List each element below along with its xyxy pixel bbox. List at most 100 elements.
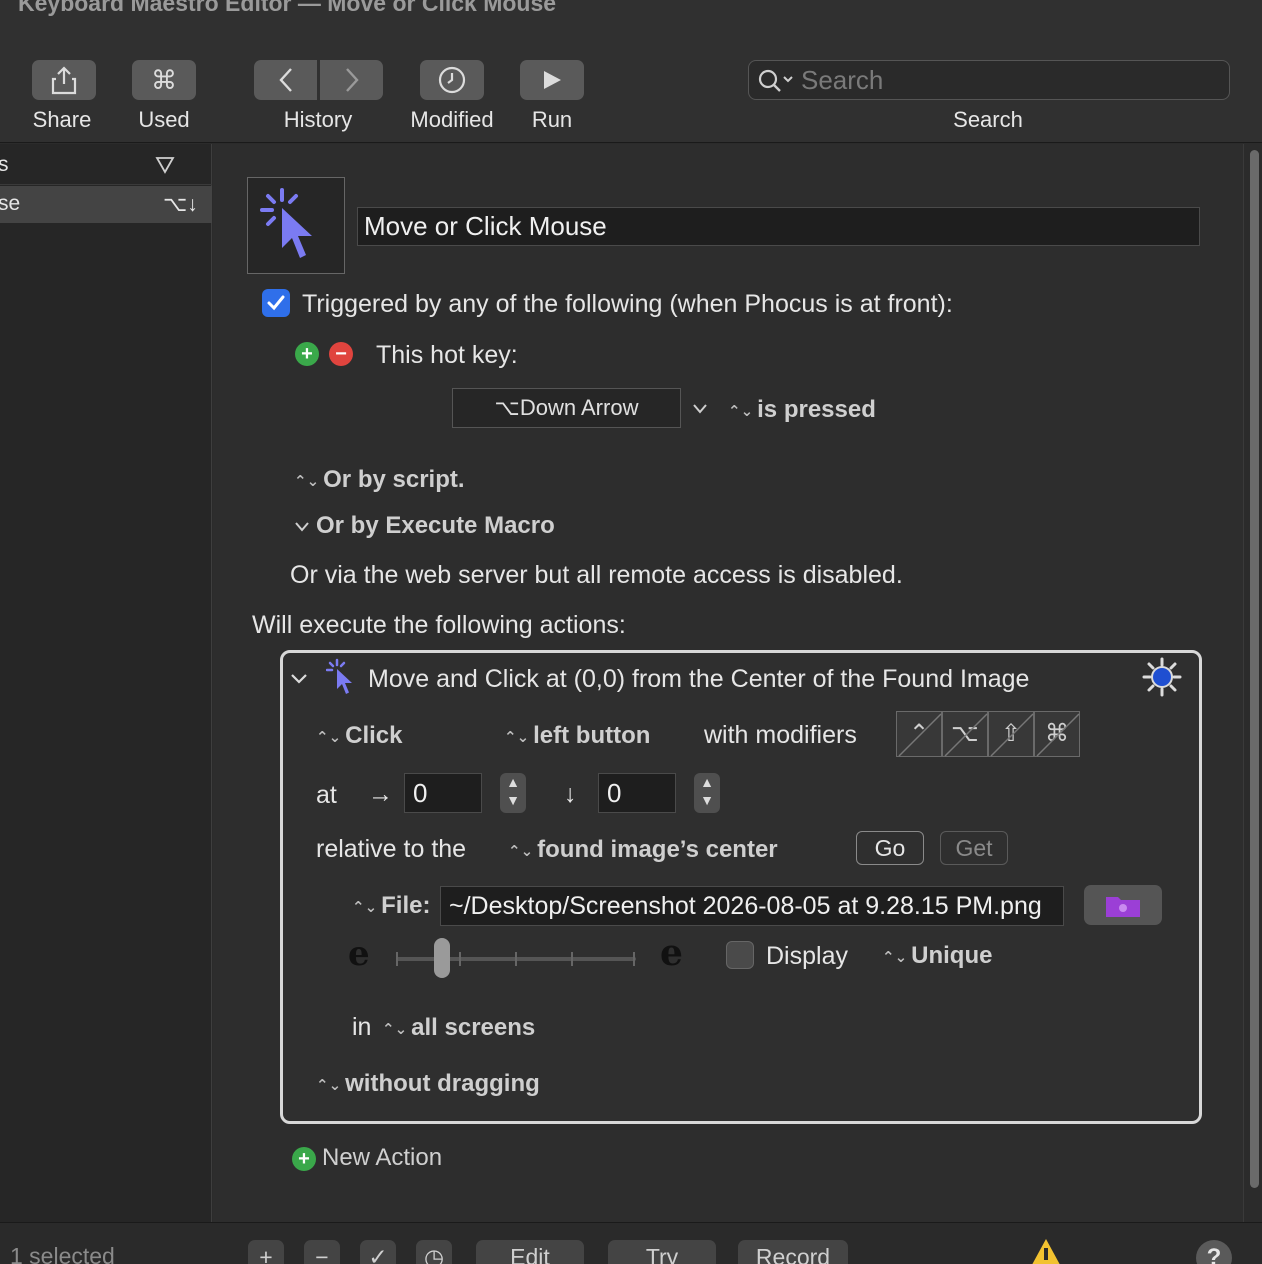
- record-button[interactable]: Record: [738, 1240, 848, 1264]
- new-action-button[interactable]: + New Action: [292, 1144, 442, 1172]
- x-offset-field[interactable]: [404, 773, 482, 813]
- modifier-control[interactable]: ⌃: [896, 711, 942, 757]
- updown-icon: ⌃⌄: [882, 948, 908, 966]
- editor-scrollbar[interactable]: [1243, 144, 1262, 1222]
- history-forward-button[interactable]: [320, 60, 383, 100]
- dragging-popup[interactable]: ⌃⌄ without dragging: [316, 1070, 540, 1098]
- updown-icon: ⌃⌄: [316, 1076, 342, 1094]
- filter-icon[interactable]: [155, 156, 175, 174]
- web-server-text: Or via the web server but all remote acc…: [290, 561, 903, 589]
- image-source-popup[interactable]: ⌃⌄ File:: [352, 892, 430, 920]
- clock-icon: ◷: [423, 1244, 445, 1264]
- checkmark-icon: ✓: [368, 1244, 388, 1264]
- y-offset-field[interactable]: [598, 773, 676, 813]
- window-title: Keyboard Maestro Editor — Move or Click …: [18, 0, 557, 16]
- macro-name-field[interactable]: [357, 207, 1200, 246]
- macro-list-item-name: se: [0, 192, 21, 215]
- disclosure-chevron-icon[interactable]: [290, 672, 308, 686]
- macro-list-header-text: s: [0, 153, 9, 176]
- file-path-field[interactable]: [440, 886, 1064, 926]
- share-button[interactable]: [32, 60, 96, 100]
- share-icon: [51, 66, 77, 95]
- macro-list-item-hotkey: ⌥↓: [163, 193, 198, 216]
- macro-icon-well[interactable]: [247, 177, 345, 274]
- x-offset-stepper[interactable]: ▲ ▼: [500, 773, 526, 813]
- slider-tick: [396, 952, 398, 966]
- plus-icon: +: [292, 1146, 316, 1171]
- share-label: Share: [32, 107, 92, 132]
- choose-file-button[interactable]: [1084, 885, 1162, 925]
- modifier-command[interactable]: ⌘: [1034, 711, 1080, 757]
- chevron-left-icon: [278, 68, 292, 92]
- modified-button[interactable]: [420, 60, 484, 100]
- go-button[interactable]: Go: [856, 831, 924, 865]
- search-input[interactable]: [801, 65, 1221, 95]
- slider-tick: [459, 952, 461, 966]
- or-by-execute-macro-toggle[interactable]: Or by Execute Macro: [294, 512, 555, 540]
- updown-icon: ⌃⌄: [294, 472, 320, 490]
- display-checkbox[interactable]: [726, 941, 754, 969]
- history-back-button[interactable]: [254, 60, 317, 100]
- hotkey-condition-popup[interactable]: ⌃⌄ is pressed: [728, 396, 876, 424]
- strike-icon: [990, 713, 1034, 757]
- macro-list-header[interactable]: s: [0, 144, 212, 185]
- try-button[interactable]: Try: [608, 1240, 716, 1264]
- command-icon: ⌘: [151, 64, 177, 95]
- remove-macro-button[interactable]: −: [304, 1240, 340, 1264]
- y-offset-stepper[interactable]: ▲ ▼: [694, 773, 720, 813]
- run-button[interactable]: [520, 60, 584, 100]
- arrow-down-icon: ↓: [564, 780, 577, 808]
- warning-icon[interactable]: [1026, 1238, 1066, 1264]
- slider-tick: [571, 952, 573, 966]
- click-type: Click: [345, 722, 403, 749]
- updown-icon: ⌃⌄: [352, 898, 378, 916]
- get-button[interactable]: Get: [940, 831, 1008, 865]
- modifier-option[interactable]: ⌥: [942, 711, 988, 757]
- updown-icon: ⌃⌄: [316, 728, 342, 746]
- search-box[interactable]: [748, 60, 1230, 100]
- with-modifiers-label: with modifiers: [704, 721, 857, 749]
- trigger-enabled-checkbox[interactable]: [262, 289, 290, 317]
- unique-label: Unique: [911, 942, 993, 969]
- fuzz-low-icon: e: [348, 934, 370, 974]
- updown-icon: ⌃⌄: [728, 402, 754, 420]
- chevron-down-icon[interactable]: [692, 403, 708, 415]
- checkmark-icon: [267, 295, 285, 311]
- help-icon: ?: [1206, 1244, 1222, 1264]
- mouse-button-popup[interactable]: ⌃⌄ left button: [504, 722, 650, 750]
- edit-button[interactable]: Edit: [476, 1240, 584, 1264]
- folder-icon: [1106, 897, 1140, 917]
- add-macro-button[interactable]: +: [248, 1240, 284, 1264]
- macro-list-item-selected[interactable]: se ⌥↓: [0, 186, 212, 223]
- actions-header: Will execute the following actions:: [252, 611, 626, 639]
- relative-target-popup[interactable]: ⌃⌄ found image’s center: [508, 836, 778, 864]
- dragging-value: without dragging: [345, 1070, 540, 1097]
- fuzz-slider[interactable]: [396, 938, 636, 978]
- slider-thumb[interactable]: [434, 938, 450, 978]
- history-clock-button[interactable]: ◷: [416, 1240, 452, 1264]
- hotkey-field[interactable]: ⌥Down Arrow: [452, 388, 681, 428]
- remove-trigger-button[interactable]: −: [329, 342, 353, 366]
- or-by-execute-macro-label: Or by Execute Macro: [316, 512, 555, 539]
- gear-icon[interactable]: [1142, 657, 1182, 697]
- or-by-script-label: Or by script.: [323, 466, 465, 493]
- strike-icon: [1036, 713, 1080, 757]
- hotkey-trigger-label: This hot key:: [376, 341, 518, 369]
- unique-popup[interactable]: ⌃⌄ Unique: [882, 942, 992, 970]
- or-by-script-toggle[interactable]: ⌃⌄ Or by script.: [294, 466, 465, 494]
- fuzz-high-icon: e: [660, 932, 683, 974]
- add-trigger-button[interactable]: +: [295, 342, 319, 366]
- enable-macro-button[interactable]: ✓: [360, 1240, 396, 1264]
- chevron-right-icon: [345, 68, 359, 92]
- updown-icon: ⌃⌄: [382, 1020, 408, 1038]
- scroll-thumb[interactable]: [1250, 150, 1259, 1188]
- image-source-label: File:: [381, 892, 431, 919]
- screens-popup[interactable]: ⌃⌄ all screens: [382, 1014, 535, 1042]
- slider-tick: [633, 952, 635, 966]
- cursor-click-icon: [326, 658, 352, 694]
- updown-icon: ⌃⌄: [508, 842, 534, 860]
- click-type-popup[interactable]: ⌃⌄ Click: [316, 722, 403, 750]
- run-label: Run: [531, 107, 573, 132]
- modifier-shift[interactable]: ⇧: [988, 711, 1034, 757]
- used-button[interactable]: ⌘: [132, 60, 196, 100]
